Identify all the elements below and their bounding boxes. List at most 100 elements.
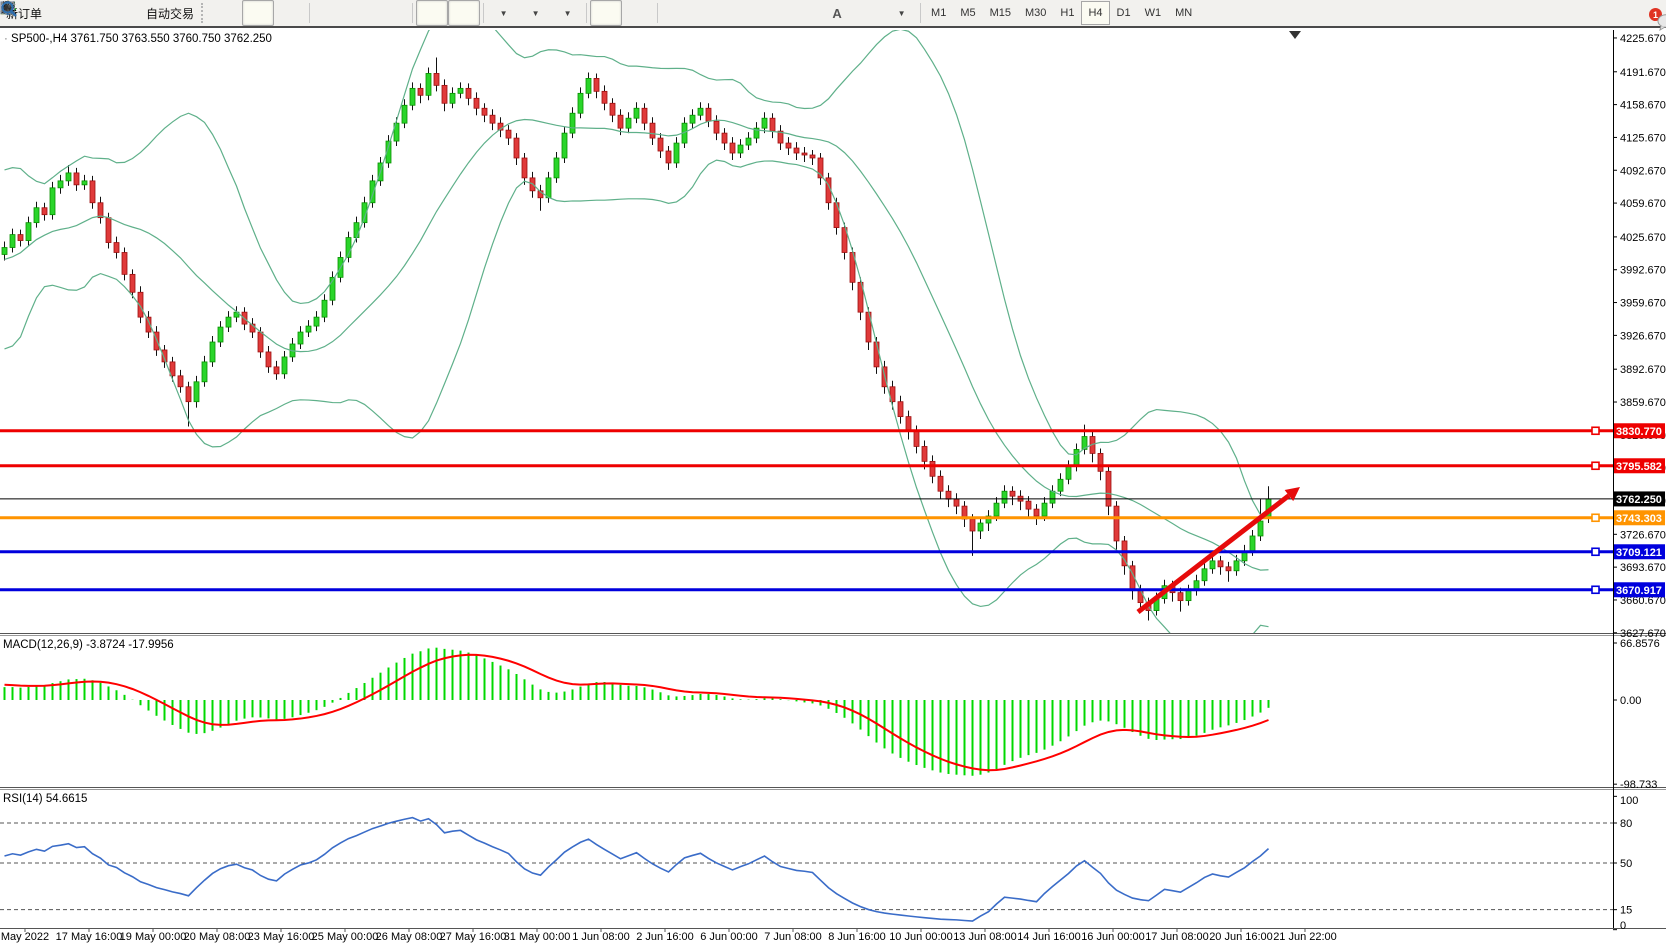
axes: 4225.6704191.6704158.6704125.6704092.670…: [0, 30, 1666, 943]
rsi-indicator-label: RSI(14) 54.6615: [3, 793, 87, 805]
svg-text:3709.121: 3709.121: [1616, 547, 1662, 559]
trading-terminal-window: { "toolbar": { "new_order_label": "新订单",…: [0, 0, 1666, 943]
add-indicator-button[interactable]: ▼: [487, 0, 519, 26]
price-axis-label: 3726.670: [1620, 529, 1666, 541]
time-axis-label: 16 Jun 00:00: [1081, 931, 1145, 943]
price-axis-label: 3892.670: [1620, 364, 1666, 376]
price-axis-label: 3992.670: [1620, 265, 1666, 277]
time-axis-label: 14 Jun 16:00: [1017, 931, 1081, 943]
timeframe-button-m30[interactable]: M30: [1018, 1, 1053, 25]
data-window-button[interactable]: [78, 0, 110, 26]
time-axis-label: 2 Jun 16:00: [636, 931, 694, 943]
price-axis-label: 4158.670: [1620, 100, 1666, 112]
rsi-axis-label: 50: [1620, 858, 1632, 870]
auto-scroll-button[interactable]: [416, 0, 448, 26]
channel-tool-button[interactable]: E: [757, 0, 789, 26]
trend-arrow-object[interactable]: [1138, 487, 1300, 612]
macd-signal-line: [5, 655, 1269, 770]
price-badge-3670.917[interactable]: 3670.917: [1614, 582, 1665, 597]
current-price-badge[interactable]: 3762.250: [1614, 491, 1665, 506]
candle-chart-type-button[interactable]: [242, 0, 274, 26]
price-axis-label: 4225.670: [1620, 33, 1666, 45]
search-icon[interactable]: [0, 0, 18, 18]
price-badge-3795.582[interactable]: 3795.582: [1614, 458, 1665, 473]
price-badge-3743.303[interactable]: 3743.303: [1614, 510, 1665, 525]
macd-pane: [5, 648, 1269, 776]
market-watch-button[interactable]: [46, 0, 78, 26]
toolbar-separator: [920, 3, 921, 23]
time-axis-label: 19 May 00:00: [120, 931, 187, 943]
periods-button[interactable]: ▼: [519, 0, 551, 26]
macd-axis-label: 0.00: [1620, 695, 1641, 707]
text-tool-button[interactable]: A: [821, 0, 853, 26]
main-toolbar: 新订单 自动交易 ▼ ▼ ▼ E F A T ▼ M1M5M15M30H1H4D…: [0, 0, 1666, 28]
time-axis-label: 21 Jun 22:00: [1273, 931, 1337, 943]
price-axis-label: 3926.670: [1620, 330, 1666, 342]
time-axis-label: May 2022: [1, 931, 49, 943]
timeframe-group: M1M5M15M30H1H4D1W1MN: [924, 1, 1199, 25]
price-badge-3830.770[interactable]: 3830.770: [1614, 423, 1665, 438]
tile-windows-button[interactable]: [377, 0, 409, 26]
time-axis-label: 8 Jun 16:00: [828, 931, 886, 943]
dropdown-caret: ▼: [532, 9, 540, 18]
chart-legend: · SP500-,H4 3761.750 3763.550 3760.750 3…: [4, 33, 272, 45]
rsi-axis-label: 100: [1620, 795, 1638, 807]
macd-values: -3.8724 -17.9956: [86, 639, 174, 651]
bar-chart-type-button[interactable]: [210, 0, 242, 26]
timeframe-button-d1[interactable]: D1: [1110, 1, 1138, 25]
horizontal-line-objects[interactable]: [0, 427, 1613, 593]
auto-trading-button[interactable]: 自动交易: [142, 0, 198, 26]
timeframe-button-m1[interactable]: M1: [924, 1, 953, 25]
crosshair-tool-button[interactable]: [622, 0, 654, 26]
signals-button[interactable]: [110, 0, 142, 26]
trendline-tool-button[interactable]: [725, 0, 757, 26]
text-label-tool-button[interactable]: T: [853, 0, 885, 26]
price-axis-label: 4092.670: [1620, 165, 1666, 177]
timeframe-button-m15[interactable]: M15: [983, 1, 1018, 25]
time-axis-label: 13 Jun 08:00: [953, 931, 1017, 943]
svg-text:3762.250: 3762.250: [1616, 494, 1662, 506]
fibonacci-tool-button[interactable]: F: [789, 0, 821, 26]
toolbar-separator: [586, 3, 587, 23]
zoom-out-button[interactable]: [345, 0, 377, 26]
timeframe-button-w1[interactable]: W1: [1138, 1, 1169, 25]
time-axis-label: 26 May 08:00: [376, 931, 443, 943]
price-badge-3709.121[interactable]: 3709.121: [1614, 544, 1665, 559]
horizontal-line-tool-button[interactable]: [693, 0, 725, 26]
chart-shift-marker[interactable]: [1289, 31, 1301, 39]
timeframe-button-mn[interactable]: MN: [1168, 1, 1199, 25]
chart-shift-button[interactable]: [448, 0, 480, 26]
line-chart-type-button[interactable]: [274, 0, 306, 26]
chart-canvas[interactable]: 4225.6704191.6704158.6704125.6704092.670…: [0, 0, 1666, 943]
time-axis-label: 31 May 00:00: [504, 931, 571, 943]
svg-text:3743.303: 3743.303: [1616, 513, 1662, 525]
arrows-tool-button[interactable]: ▼: [885, 0, 917, 26]
svg-text:3795.582: 3795.582: [1616, 461, 1662, 473]
legend-symbol-period: SP500-,H4: [11, 33, 67, 45]
toolbar-separator: [657, 3, 658, 23]
rsi-value: 54.6615: [46, 793, 88, 805]
time-axis-label: 1 Jun 08:00: [572, 931, 630, 943]
timeframe-button-m5[interactable]: M5: [953, 1, 982, 25]
zoom-in-button[interactable]: [313, 0, 345, 26]
price-axis-label: 4059.670: [1620, 198, 1666, 210]
timeframe-button-h1[interactable]: H1: [1053, 1, 1081, 25]
macd-title: MACD(12,26,9): [3, 639, 83, 651]
time-axis-label: 25 May 00:00: [312, 931, 379, 943]
text-icon: A: [832, 6, 841, 21]
rsi-pane: [0, 818, 1613, 921]
rsi-axis-label: 0: [1620, 920, 1626, 932]
cursor-tool-button[interactable]: [590, 0, 622, 26]
candlesticks: [2, 58, 1271, 621]
time-axis-label: 23 May 16:00: [248, 931, 315, 943]
vertical-line-tool-button[interactable]: [661, 0, 693, 26]
rsi-axis-label: 15: [1620, 905, 1632, 917]
legend-ohlc-values: 3761.750 3763.550 3760.750 3762.250: [71, 33, 272, 45]
auto-trading-label: 自动交易: [146, 5, 194, 22]
toolbar-separator: [412, 3, 413, 23]
time-axis-label: 17 May 16:00: [56, 931, 123, 943]
time-axis-label: 6 Jun 00:00: [700, 931, 758, 943]
toolbar-separator: [309, 3, 310, 23]
timeframe-button-h4[interactable]: H4: [1081, 1, 1109, 25]
templates-button[interactable]: ▼: [551, 0, 583, 26]
